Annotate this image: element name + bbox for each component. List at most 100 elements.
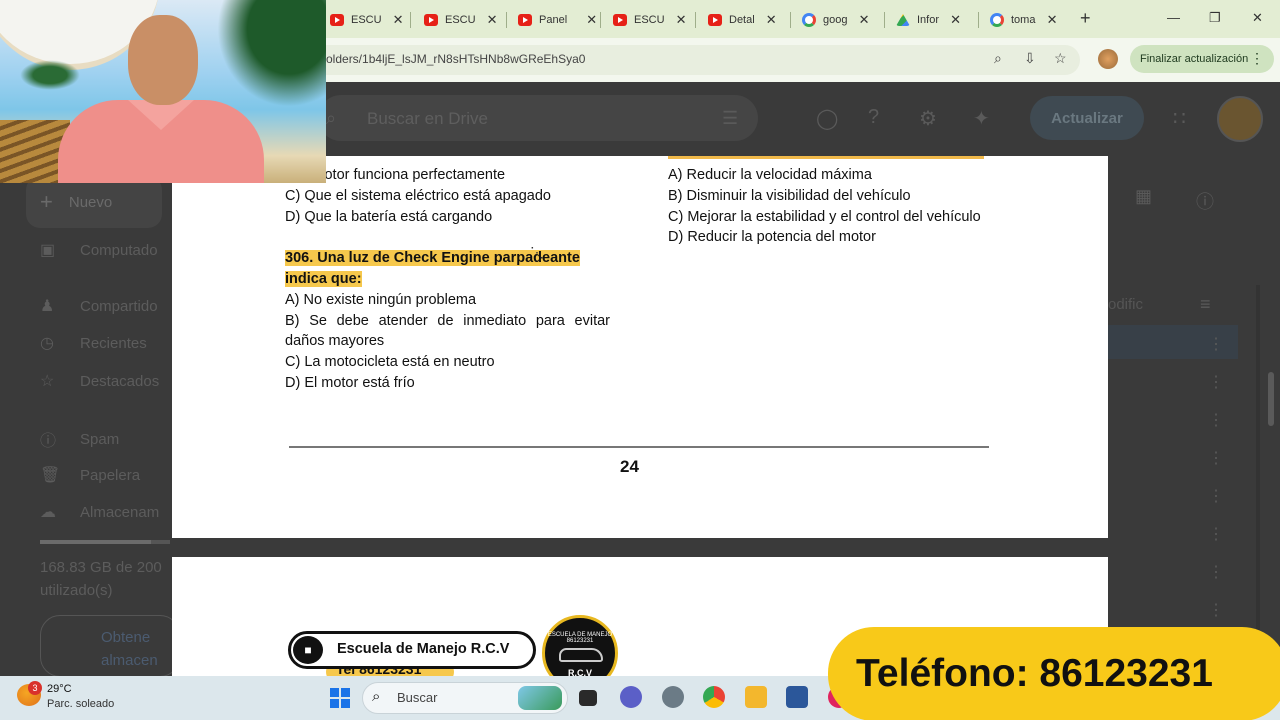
answer-line: B) Se debe atender de inmediato para evi… [285,312,610,350]
tab-youtube-4[interactable]: ESCU ✕ [613,8,687,32]
logo-text: ESCUELA DE MANEJO 86123231 [547,632,613,644]
url-text[interactable]: olders/1b4ljE_lsJM_rN8sHTsHNb8wGReEhSya0 [326,52,585,66]
restore-icon[interactable]: ❐ [1209,10,1221,26]
more-actions-icon[interactable]: ⋮ [1208,334,1224,354]
webcam-overlay [0,0,326,183]
tab-youtube-1[interactable]: ESCU ✕ [330,8,404,32]
more-actions-icon[interactable]: ⋮ [1208,410,1224,430]
close-icon[interactable]: ✕ [586,12,597,28]
nav-trash[interactable]: 🗑 Papelera [40,465,140,485]
get-storage-button[interactable]: Obtene almacen [40,615,180,677]
weather-description[interactable]: Parc. soleado [47,698,114,710]
close-icon[interactable]: ✕ [950,12,961,28]
nav-computers[interactable]: ▣ Computado [40,240,158,260]
finish-update-button[interactable]: Finalizar actualización ⋮ [1130,45,1274,73]
tab-youtube-5[interactable]: Detal ✕ [708,8,777,32]
nav-shared[interactable]: ♟ Compartido [40,296,158,316]
apps-grid-icon[interactable]: ∷ [1173,106,1186,131]
tab-label: goog [823,14,848,26]
tab-google-2[interactable]: toma ✕ [990,8,1057,32]
install-app-icon[interactable]: ⇩ [1024,50,1036,67]
nav-label: Compartido [80,297,158,315]
scrollbar-thumb[interactable] [1268,372,1274,426]
tab-youtube-3[interactable]: Panel ✕ [518,8,597,32]
tab-separator [695,12,696,28]
tab-youtube-2[interactable]: ESCU ✕ [424,8,498,32]
nav-storage[interactable]: ☁ Almacenam [40,502,159,522]
tune-icon[interactable]: ☰ [722,108,738,129]
settings-icon[interactable] [662,686,684,708]
answer-line: e el motor funciona perfectamente [285,167,506,183]
nav-label: Spam [80,430,120,448]
storage-text: 168.83 GB de 200 utilizado(s) [40,559,162,599]
tab-label: ESCU [634,14,665,26]
close-icon[interactable]: ✕ [766,12,777,28]
settings-gear-icon[interactable]: ⚙ [919,106,937,131]
close-icon[interactable]: ✕ [1047,12,1058,28]
help-icon[interactable]: ? [868,106,879,129]
nav-label: Recientes [80,334,147,352]
weather-badge: 3 [28,681,42,695]
column-modified-header[interactable]: odific [1108,296,1143,313]
trash-icon: 🗑 [40,467,61,484]
close-window-icon[interactable]: ✕ [1252,10,1263,26]
status-check-icon[interactable]: ◯ [816,106,838,131]
storage-progress [40,540,170,544]
google-icon [802,13,816,27]
weather-temperature[interactable]: 29°C [47,683,72,695]
people-icon: ♟ [40,298,55,315]
answer-line: D) El motor está frío [285,374,415,391]
word-icon[interactable] [786,686,808,708]
tab-separator [884,12,885,28]
info-icon[interactable]: ⓘ [1196,188,1214,214]
task-view-icon[interactable] [579,690,597,706]
clock-icon: ◷ [40,335,54,352]
more-actions-icon[interactable]: ⋮ [1208,372,1224,392]
answer-line: D) Reducir la potencia del motor [668,229,876,246]
drive-search-input[interactable]: Buscar en Drive [367,109,488,129]
car-icon [559,648,603,662]
profile-avatar[interactable] [1098,49,1118,69]
more-menu-icon[interactable]: ⋮ [1250,50,1264,67]
close-icon[interactable]: ✕ [393,12,404,28]
search-icon[interactable]: ⌕ [326,108,336,129]
taskbar-search-label[interactable]: Buscar [397,690,437,705]
bookmark-star-icon[interactable]: ☆ [1054,50,1067,67]
tab-label: toma [1011,14,1036,26]
new-button[interactable]: + Nuevo [26,176,162,228]
close-icon[interactable]: ✕ [487,12,498,28]
scrollbar-track[interactable] [1256,285,1260,675]
presenter-head [128,15,198,105]
tab-google-1[interactable]: goog ✕ [802,8,869,32]
zoom-icon[interactable]: ⌕ [994,50,1002,67]
tab-separator [600,12,601,28]
finish-update-label: Finalizar actualización [1140,53,1249,65]
more-actions-icon[interactable]: ⋮ [1208,486,1224,506]
account-avatar[interactable] [1217,96,1263,142]
more-actions-icon[interactable]: ⋮ [1208,562,1224,582]
car-icon: ■ [293,636,323,664]
close-icon[interactable]: ✕ [859,12,870,28]
nav-spam[interactable]: ⓘ Spam [40,427,119,451]
grid-view-icon[interactable]: ▦ [1135,186,1152,207]
minimize-icon[interactable]: — [1167,10,1180,25]
sort-icon[interactable]: ≡ [1200,294,1211,315]
nav-recent[interactable]: ◷ Recientes [40,333,147,353]
tab-drive[interactable]: Infor ✕ [896,8,961,32]
more-actions-icon[interactable]: ⋮ [1208,600,1224,620]
windows-start-icon[interactable] [330,688,350,708]
file-explorer-icon[interactable] [745,686,767,708]
more-actions-icon[interactable]: ⋮ [1208,448,1224,468]
youtube-icon [708,14,722,26]
chrome-icon[interactable] [703,686,725,708]
close-icon[interactable]: ✕ [676,12,687,28]
gemini-sparkle-icon[interactable]: ✦ [973,106,990,131]
youtube-icon [518,14,532,26]
new-tab-icon[interactable]: + [1080,8,1091,29]
drive-update-button[interactable]: Actualizar [1030,96,1144,140]
answer-line: C) Que el sistema eléctrico está apagado [285,187,551,204]
nav-starred[interactable]: ☆ Destacados [40,371,159,391]
teams-chat-icon[interactable] [620,686,642,708]
more-actions-icon[interactable]: ⋮ [1208,524,1224,544]
tab-label: ESCU [445,14,476,26]
